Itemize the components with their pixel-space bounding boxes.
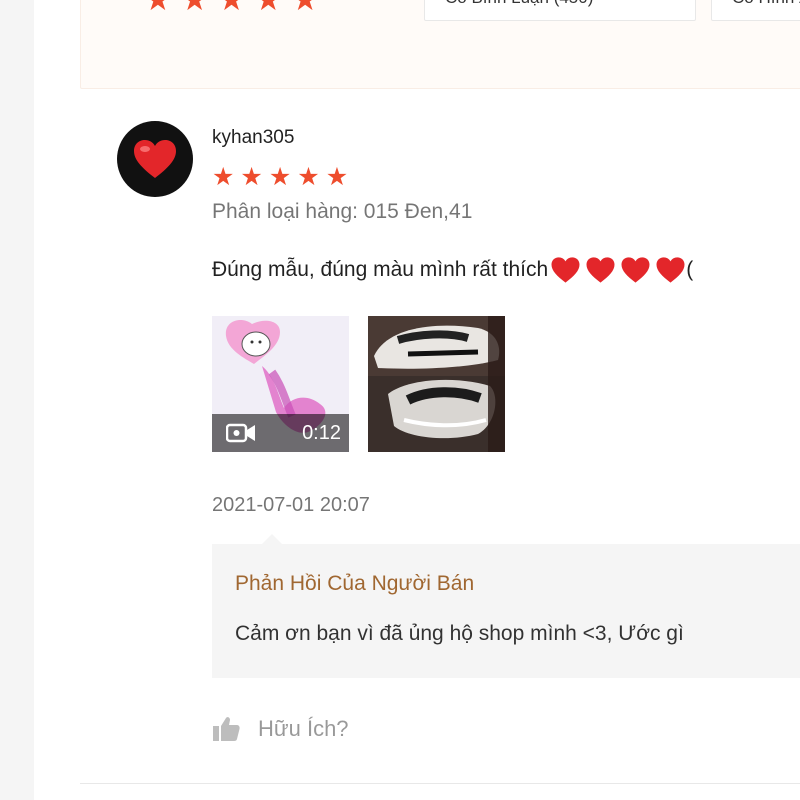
thumbs-up-icon [213, 717, 240, 741]
star-icon: ★ [268, 163, 292, 191]
review-photo-thumbnail[interactable] [368, 316, 505, 452]
review-comment-trailing: ( [686, 258, 694, 281]
seller-reply-text: Cảm ơn bạn vì đã ủng hộ shop mình <3, Ướ… [235, 622, 684, 645]
star-icon: ★ [325, 163, 349, 191]
seller-reply-title: Phản Hồi Của Người Bán [235, 572, 475, 595]
filter-with-comments-button[interactable]: Có Bình Luận (450) [424, 0, 696, 21]
avatar[interactable] [117, 121, 193, 197]
helpful-button[interactable]: Hữu Ích? [212, 716, 349, 742]
heart-icon [134, 140, 176, 178]
heart-icon [551, 257, 580, 283]
reply-caret [262, 534, 282, 544]
video-camera-icon [226, 423, 255, 443]
star-icon: ★ [240, 163, 263, 191]
review-comment: Đúng mẫu, đúng màu mình rất thích ( [212, 256, 693, 284]
star-icon: ★ [144, 0, 172, 15]
heart-icon [621, 257, 650, 283]
star-icon: ★ [218, 0, 246, 15]
heart-icon [656, 257, 685, 283]
star-icon: ★ [297, 163, 320, 191]
helpful-label: Hữu Ích? [258, 716, 349, 741]
star-icon: ★ [254, 0, 282, 15]
product-variation: Phân loại hàng: 015 Đen,41 [212, 200, 473, 223]
video-duration: 0:12 [302, 421, 341, 444]
star-icon: ★ [291, 0, 319, 15]
star-icon: ★ [212, 163, 235, 191]
filter-with-media-button[interactable]: Có Hình Ảnh / Video [711, 0, 800, 21]
video-info-bar: 0:12 [212, 414, 349, 452]
seller-reply-box [212, 544, 800, 678]
heart-emoji-group [550, 256, 686, 284]
review-divider [80, 783, 800, 784]
review-comment-text: Đúng mẫu, đúng màu mình rất thích [212, 258, 549, 281]
review-timestamp: 2021-07-01 20:07 [212, 494, 370, 516]
star-icon: ★ [181, 0, 209, 15]
heart-icon [586, 257, 615, 283]
shoe-photo [368, 316, 505, 452]
overall-rating-stars: ★ ★ ★ ★ ★ [144, 0, 319, 15]
reviewer-username[interactable]: kyhan305 [212, 127, 294, 149]
review-rating-stars: ★ ★ ★ ★ ★ [212, 163, 348, 191]
review-video-thumbnail[interactable]: 0:12 [212, 316, 349, 452]
